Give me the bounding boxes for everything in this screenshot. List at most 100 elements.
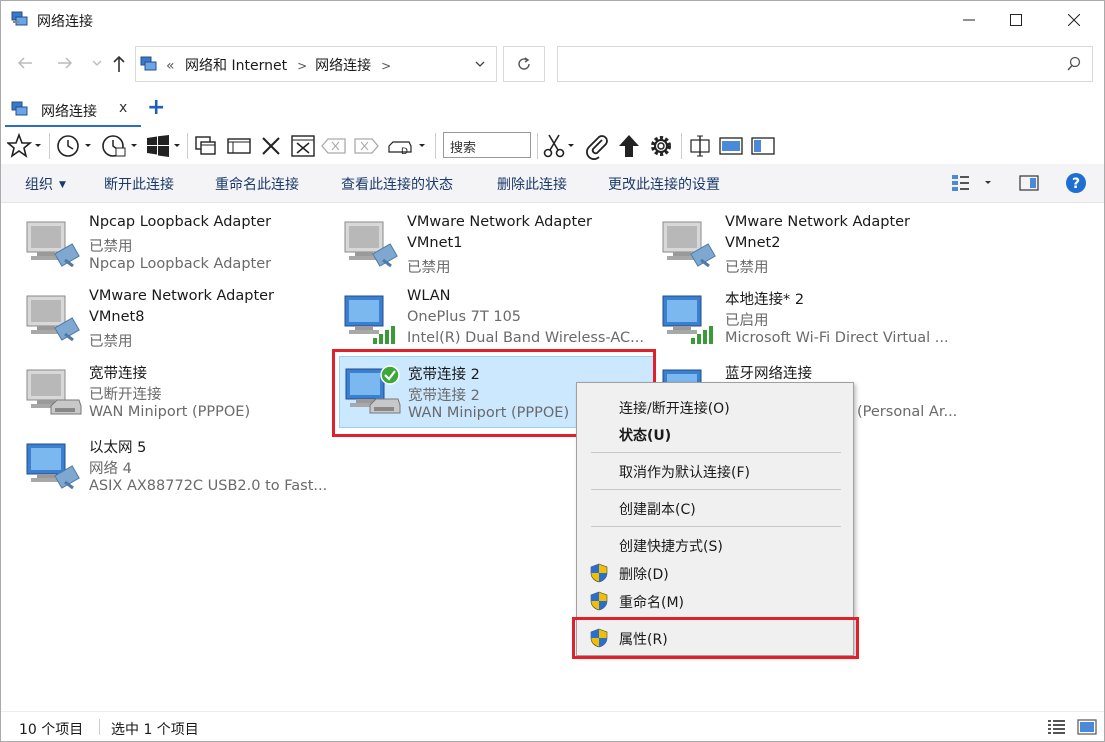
preview-pane-button[interactable] bbox=[717, 132, 745, 160]
cut-button[interactable] bbox=[541, 132, 581, 160]
menu-item-label: 删除(D) bbox=[619, 567, 669, 583]
delete-forward-icon bbox=[354, 138, 379, 154]
menu-item-create-copy[interactable]: 创建副本(C) bbox=[577, 495, 853, 521]
search-input[interactable] bbox=[557, 46, 1093, 82]
large-icons-view-button[interactable] bbox=[1077, 718, 1097, 740]
breadcrumb-separator-icon[interactable]: > bbox=[381, 59, 391, 73]
broadband-disconnected-icon bbox=[26, 369, 82, 415]
cascade-icon bbox=[195, 136, 216, 155]
menu-item-cancel-default[interactable]: 取消作为默认连接(F) bbox=[577, 458, 853, 484]
menu-item-label: 连接/断开连接(O) bbox=[619, 401, 730, 417]
change-settings-button[interactable]: 更改此连接的设置 bbox=[608, 174, 720, 194]
address-bar[interactable]: « 网络和 Internet > 网络连接 > bbox=[135, 46, 497, 82]
window-close-icon bbox=[291, 135, 315, 157]
attach-button[interactable] bbox=[583, 132, 611, 160]
recent-locations-button[interactable] bbox=[85, 51, 109, 75]
connection-broadband[interactable]: 宽带连接 已断开连接 WAN Miniport (PPPOE) bbox=[23, 360, 331, 426]
connection-local-2[interactable]: 本地连接* 2 已启用 Microsoft Wi-Fi Direct Virtu… bbox=[659, 286, 967, 352]
connection-name: WLAN bbox=[407, 288, 451, 304]
connection-name-line2: VMnet8 bbox=[89, 309, 145, 325]
move-up-button[interactable] bbox=[615, 132, 643, 160]
split-view-button[interactable] bbox=[687, 132, 713, 160]
back-button[interactable] bbox=[13, 51, 37, 75]
disconnect-button[interactable]: 断开此连接 bbox=[104, 174, 174, 194]
preview-pane-toggle[interactable] bbox=[1019, 174, 1039, 196]
close-window-button[interactable] bbox=[1051, 1, 1097, 39]
menu-item-rename[interactable]: 重命名(M) bbox=[577, 588, 853, 614]
chevron-down-icon: ▼ bbox=[59, 180, 66, 190]
refresh-button[interactable] bbox=[503, 46, 545, 82]
pane-icon bbox=[719, 137, 743, 155]
connection-npcap-loopback[interactable]: Npcap Loopback Adapter 已禁用 Npcap Loopbac… bbox=[23, 212, 331, 278]
connection-vmnet1[interactable]: VMware Network Adapter VMnet1 已禁用 bbox=[341, 212, 649, 278]
ethernet-adapter-disabled-icon bbox=[344, 221, 398, 268]
view-status-button[interactable]: 查看此连接的状态 bbox=[341, 174, 453, 194]
view-details-icon bbox=[952, 175, 991, 191]
recent-button[interactable] bbox=[99, 132, 141, 160]
up-button[interactable] bbox=[107, 51, 131, 75]
breadcrumb-separator-icon[interactable]: > bbox=[297, 59, 307, 73]
help-icon: ? bbox=[1066, 173, 1086, 193]
cascade-windows-button[interactable] bbox=[193, 132, 219, 160]
broadband-connected-icon bbox=[345, 365, 401, 414]
maximize-button[interactable] bbox=[993, 1, 1039, 39]
connection-vmnet8[interactable]: VMware Network Adapter VMnet8 已禁用 bbox=[23, 286, 331, 352]
rename-connection-button[interactable]: 重命名此连接 bbox=[215, 174, 299, 194]
close-window-tool-button[interactable] bbox=[289, 132, 317, 160]
connection-device: WAN Miniport (PPPOE) bbox=[89, 404, 251, 420]
menu-item-connect-disconnect[interactable]: 连接/断开连接(O) bbox=[577, 394, 853, 420]
close-item-button[interactable] bbox=[257, 132, 285, 160]
menu-item-status[interactable]: 状态(U) bbox=[577, 421, 853, 447]
forward-arrow-icon bbox=[58, 57, 73, 69]
chevron-down-icon[interactable] bbox=[474, 56, 486, 72]
drive-d-icon: D bbox=[388, 141, 425, 157]
navigation-pane-button[interactable] bbox=[749, 132, 777, 160]
details-view-button[interactable] bbox=[1047, 718, 1067, 740]
menu-item-delete[interactable]: 删除(D) bbox=[577, 560, 853, 586]
menu-item-create-shortcut[interactable]: 创建快捷方式(S) bbox=[577, 532, 853, 558]
search-icon bbox=[1067, 56, 1081, 71]
connection-name: 本地连接* 2 bbox=[725, 292, 805, 308]
connection-wlan[interactable]: WLAN OnePlus 7T 105 Intel(R) Dual Band W… bbox=[341, 286, 649, 352]
paperclip-icon bbox=[586, 135, 608, 160]
minimize-button[interactable] bbox=[946, 1, 992, 39]
connection-device: (Personal Ar... bbox=[857, 404, 958, 420]
view-options-button[interactable] bbox=[951, 173, 995, 197]
up-arrow-icon bbox=[113, 55, 125, 72]
help-button[interactable]: ? bbox=[1065, 172, 1087, 198]
breadcrumb-network-internet[interactable]: 网络和 Internet bbox=[185, 58, 287, 74]
item-count: 10 个项目 bbox=[19, 722, 84, 738]
window-view-button[interactable] bbox=[225, 132, 253, 160]
delete-connection-button[interactable]: 删除此连接 bbox=[497, 174, 567, 194]
organize-menu[interactable]: 组织 ▼ bbox=[25, 174, 66, 194]
delete-back-button[interactable] bbox=[319, 132, 349, 160]
delete-forward-button[interactable] bbox=[351, 132, 381, 160]
menu-item-label: 取消作为默认连接(F) bbox=[619, 465, 750, 481]
connection-status: 网络 4 bbox=[89, 461, 132, 477]
connection-status: 已禁用 bbox=[89, 334, 133, 350]
history-button[interactable] bbox=[55, 132, 95, 160]
star-icon bbox=[7, 132, 41, 158]
menu-separator bbox=[591, 489, 841, 490]
ethernet-adapter-disabled-icon bbox=[662, 221, 716, 268]
menu-item-properties[interactable]: 属性(R) bbox=[577, 625, 853, 651]
settings-button[interactable] bbox=[647, 132, 675, 160]
network-connections-icon bbox=[140, 56, 157, 71]
favorites-button[interactable] bbox=[7, 132, 43, 160]
ethernet-adapter-icon bbox=[26, 443, 80, 490]
connection-name: 以太网 5 bbox=[89, 440, 147, 456]
connection-device: Microsoft Wi-Fi Direct Virtual ... bbox=[725, 330, 949, 346]
tab-network-connections[interactable]: 网络连接 x bbox=[5, 93, 141, 127]
toolbar-search-label: 搜索 bbox=[450, 141, 477, 156]
forward-button[interactable] bbox=[53, 51, 77, 75]
windows-button[interactable] bbox=[145, 132, 185, 160]
breadcrumb-network-connections[interactable]: 网络连接 bbox=[315, 58, 371, 74]
connection-vmnet2[interactable]: VMware Network Adapter VMnet2 已禁用 bbox=[659, 212, 967, 278]
drive-button[interactable]: D bbox=[385, 132, 431, 160]
connection-status: 已断开连接 bbox=[89, 387, 162, 403]
connection-ethernet-5[interactable]: 以太网 5 网络 4 ASIX AX88772C USB2.0 to Fast.… bbox=[23, 434, 331, 500]
new-tab-button[interactable]: + bbox=[147, 95, 165, 120]
tab-close-icon[interactable]: x bbox=[119, 100, 127, 116]
breadcrumb-prefix[interactable]: « bbox=[166, 58, 175, 74]
toolbar-search-box[interactable]: 搜索 bbox=[443, 132, 531, 158]
